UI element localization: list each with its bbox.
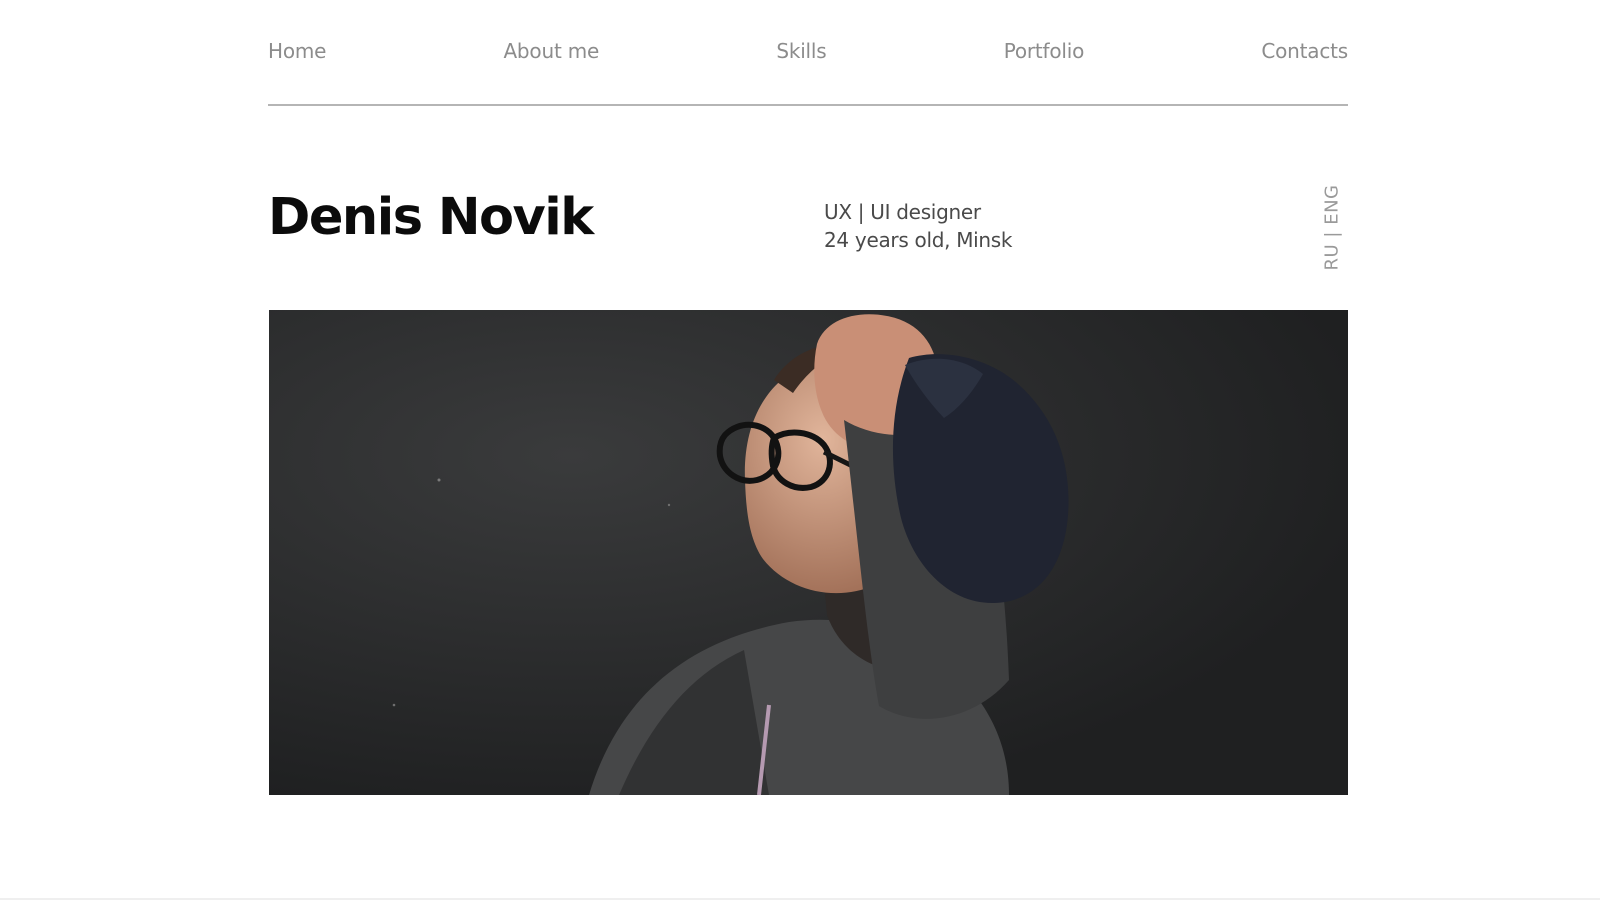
- wall-speck: [667, 503, 671, 507]
- language-switcher[interactable]: RU | ENG: [1320, 180, 1344, 274]
- nav-home[interactable]: Home: [268, 39, 326, 63]
- wall-speck: [437, 478, 441, 482]
- portrait-photo-illustration: [269, 310, 1348, 795]
- language-switch-label[interactable]: RU | ENG: [1322, 184, 1343, 270]
- nav-skills[interactable]: Skills: [776, 39, 826, 63]
- profile-summary: UX | UI designer 24 years old, Minsk: [824, 198, 1013, 254]
- nav-about-me[interactable]: About me: [503, 39, 599, 63]
- nav-portfolio[interactable]: Portfolio: [1004, 39, 1085, 63]
- main-navigation: Home About me Skills Portfolio Contacts: [268, 34, 1348, 68]
- profile-role: UX | UI designer: [824, 200, 981, 224]
- nav-divider: [268, 104, 1348, 106]
- wall-speck: [392, 703, 396, 707]
- nav-contacts[interactable]: Contacts: [1261, 39, 1348, 63]
- page-title: Denis Novik: [268, 188, 594, 247]
- hero-photo: [269, 310, 1348, 795]
- profile-age-location: 24 years old, Minsk: [824, 228, 1013, 252]
